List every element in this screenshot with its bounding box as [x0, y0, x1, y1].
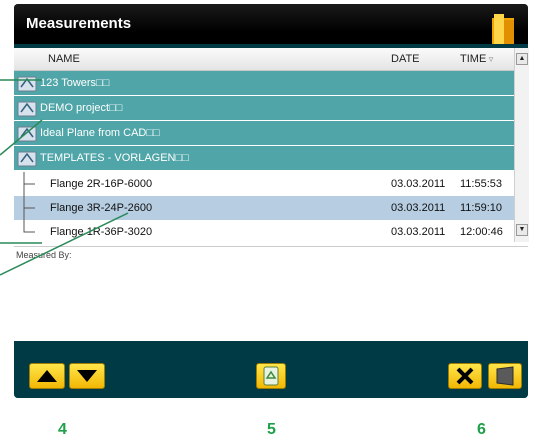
close-icon [456, 367, 474, 385]
item-date: 03.03.2011 [391, 226, 446, 238]
list-item-group[interactable]: TEMPLATES - VORLAGEN□□ [14, 146, 514, 171]
list-scrollbar[interactable]: ▲ ▼ [514, 48, 529, 242]
list-item-group[interactable]: DEMO project□□ [14, 96, 514, 121]
group-name: Ideal Plane from CAD□□ [40, 127, 160, 139]
recycle-icon [263, 366, 279, 386]
callout-number: 5 [267, 421, 276, 438]
item-date: 03.03.2011 [391, 178, 446, 190]
group-name: 123 Towers□□ [40, 77, 110, 89]
group-folder-icon [17, 151, 37, 167]
callout-number: 6 [477, 421, 486, 438]
table-row[interactable]: Flange 2R-16P-6000 03.03.2011 11:55:53 [14, 172, 514, 196]
item-name: Flange 3R-24P-2600 [50, 202, 153, 214]
cancel-button[interactable] [448, 363, 482, 389]
column-header-date[interactable]: DATE [391, 53, 420, 65]
measurement-list: NAME DATE TIME ▿ 123 Towers□□ DEMO proje… [14, 48, 529, 270]
exit-button[interactable] [488, 363, 522, 389]
scroll-down-icon[interactable]: ▼ [516, 224, 528, 236]
item-time: 11:59:10 [460, 202, 503, 214]
exit-icon [496, 366, 514, 386]
group-folder-icon [17, 126, 37, 142]
column-header-time[interactable]: TIME ▿ [460, 53, 493, 65]
column-header-time-label: TIME [460, 53, 487, 65]
callout-number: 4 [58, 421, 67, 438]
group-name: DEMO project□□ [40, 102, 123, 114]
table-row-selected[interactable]: Flange 3R-24P-2600 03.03.2011 11:59:10 [14, 196, 514, 220]
table-row[interactable]: Flange 1R-36P-3020 03.03.2011 12:00:46 [14, 220, 514, 244]
tree-connector [23, 220, 35, 233]
group-folder-icon [17, 76, 37, 92]
measured-by-label: Measured By: [16, 250, 72, 260]
recycle-button[interactable] [256, 363, 286, 389]
title-bar: Measurements [14, 4, 528, 44]
group-folder-icon [17, 101, 37, 117]
list-header: NAME DATE TIME ▿ [14, 48, 514, 71]
item-name: Flange 2R-16P-6000 [50, 178, 153, 190]
column-header-name[interactable]: NAME [48, 53, 80, 65]
move-down-button[interactable] [69, 363, 105, 389]
folder-icon[interactable] [490, 12, 516, 44]
item-name: Flange 1R-36P-3020 [50, 226, 153, 238]
window-title: Measurements [26, 15, 132, 32]
group-name: TEMPLATES - VORLAGEN□□ [40, 152, 189, 164]
down-arrow-icon [77, 370, 97, 382]
move-up-button[interactable] [29, 363, 65, 389]
item-time: 12:00:46 [460, 226, 503, 238]
item-time: 11:55:53 [460, 178, 503, 190]
tree-connector [23, 196, 35, 220]
tree-connector [23, 172, 35, 196]
scroll-up-icon[interactable]: ▲ [516, 53, 528, 65]
item-date: 03.03.2011 [391, 202, 446, 214]
list-item-group[interactable]: Ideal Plane from CAD□□ [14, 121, 514, 146]
sort-descending-icon: ▿ [486, 54, 494, 64]
measured-by-panel: Measured By: [14, 246, 528, 341]
up-arrow-icon [37, 370, 57, 382]
list-item-group[interactable]: 123 Towers□□ [14, 71, 514, 96]
